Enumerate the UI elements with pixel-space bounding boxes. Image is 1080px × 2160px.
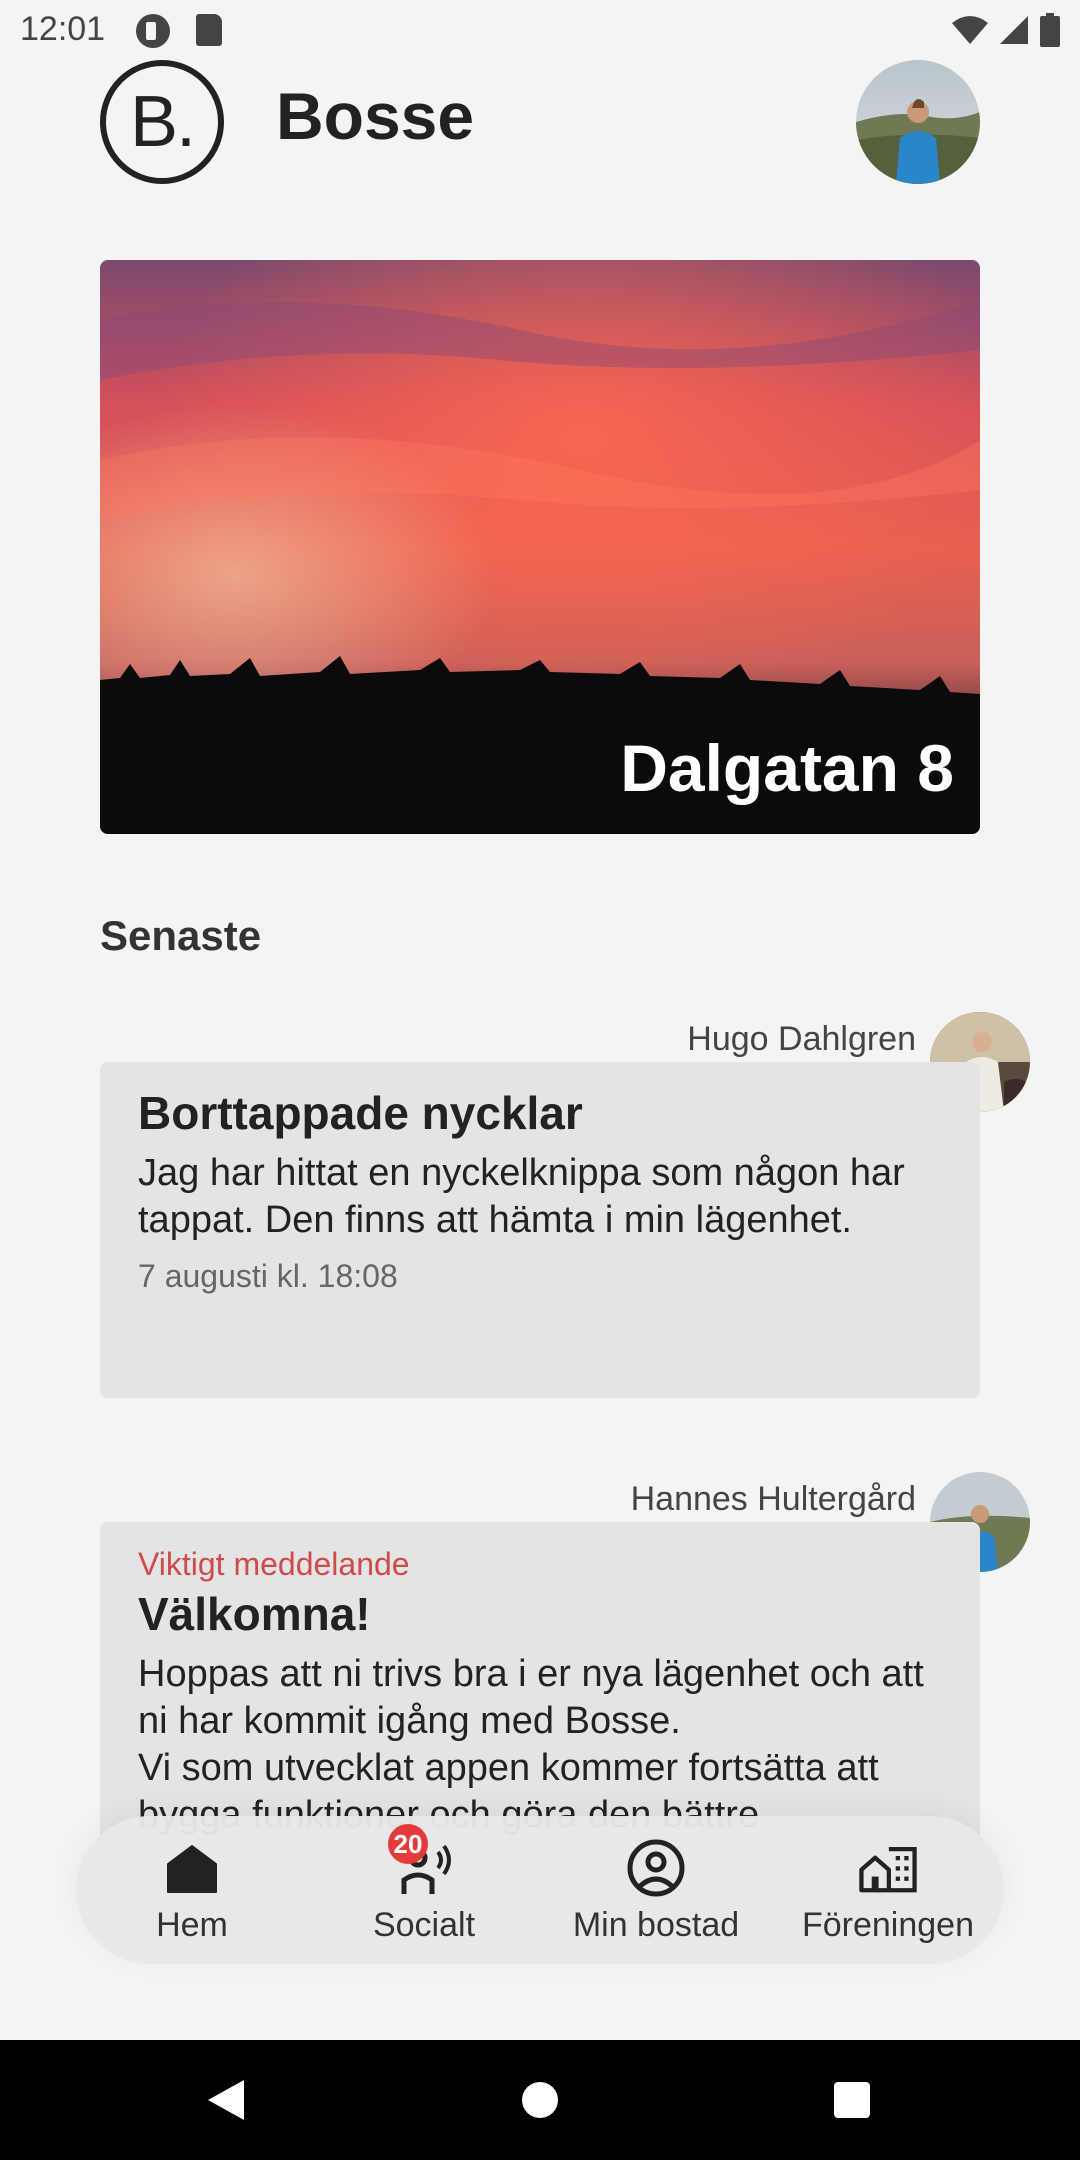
hero-banner[interactable]: Dalgatan 8 (100, 260, 980, 834)
account-circle-icon (626, 1838, 686, 1898)
nav-item-hem[interactable]: Hem (76, 1816, 308, 1964)
post-body: Jag har hittat en nyckelknippa som någon… (138, 1152, 905, 1241)
profile-avatar[interactable] (856, 60, 980, 184)
system-navigation-bar (0, 2040, 1080, 2160)
wifi-icon (952, 16, 988, 44)
bottom-navigation: Hem 20 Socialt Min bostad Föreningen (76, 1816, 1004, 1964)
home-icon (162, 1838, 222, 1898)
home-button-icon[interactable] (522, 2082, 558, 2118)
app-logo: B. (100, 60, 224, 184)
nav-label: Socialt (372, 1906, 476, 1944)
building-icon (858, 1838, 918, 1898)
nav-label: Min bostad (572, 1906, 740, 1944)
important-tag: Viktigt meddelande (138, 1546, 410, 1582)
status-right (952, 12, 1060, 48)
recents-icon[interactable] (834, 2082, 870, 2118)
nav-item-foreningen[interactable]: Föreningen (772, 1816, 1004, 1964)
hero-title: Dalgatan 8 (620, 731, 954, 805)
nav-item-min-bostad[interactable]: Min bostad (540, 1816, 772, 1964)
notification-badge: 20 (388, 1824, 428, 1864)
post-author: Hugo Dahlgren (687, 1020, 916, 1058)
section-title: Senaste (100, 912, 262, 959)
back-icon[interactable] (206, 2078, 246, 2122)
nav-label: Hem (156, 1906, 228, 1944)
battery-icon (1040, 13, 1060, 47)
post-date: 7 augusti kl. 18:08 (138, 1258, 398, 1294)
logo-text: B. (129, 82, 196, 162)
post-body: Hoppas att ni trivs bra i er nya lägenhe… (138, 1653, 924, 1836)
signal-icon (1000, 16, 1028, 44)
status-time: 12:01 (20, 10, 106, 48)
post-author: Hannes Hultergård (630, 1480, 916, 1518)
status-bar: 12:01 (0, 0, 1080, 60)
nav-label: Föreningen (801, 1906, 974, 1944)
nav-item-socialt[interactable]: 20 Socialt (308, 1816, 540, 1964)
post-title: Borttappade nycklar (138, 1087, 583, 1139)
sd-card-icon (196, 14, 222, 46)
notification-icon (136, 14, 170, 48)
profile-avatar-image (856, 60, 980, 184)
post-title: Välkomna! (138, 1588, 371, 1640)
post-card[interactable]: Borttappade nycklar Jag har hittat en ny… (100, 1062, 980, 1398)
app-title: Bosse (276, 79, 475, 153)
